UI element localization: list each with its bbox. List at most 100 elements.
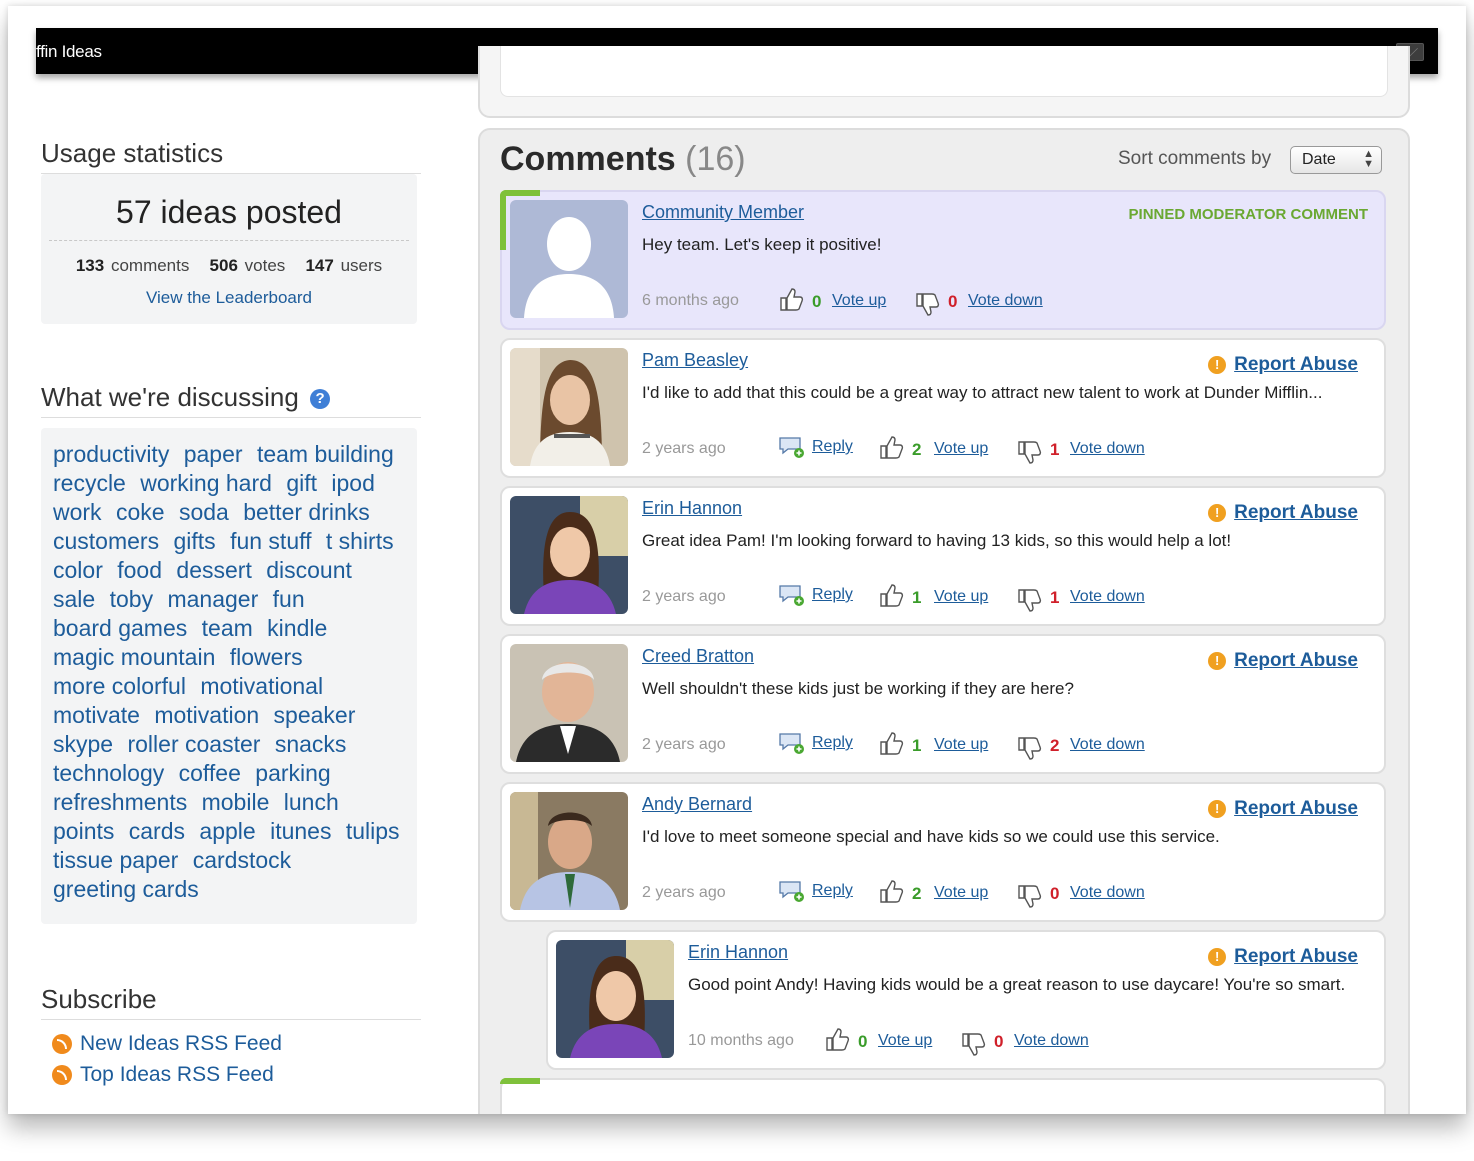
tag-link[interactable]: technology [53, 760, 164, 786]
vote-up-link[interactable]: Vote up [934, 588, 988, 606]
reply-link[interactable]: Reply [812, 586, 853, 604]
tag-link[interactable]: color [53, 557, 103, 583]
comment-author-link[interactable]: Andy Bernard [642, 794, 752, 815]
reply-link[interactable]: Reply [812, 438, 853, 456]
tag-link[interactable]: team building [257, 441, 394, 467]
tag-link[interactable]: tissue paper [53, 847, 178, 873]
report-abuse-link[interactable]: ! Report Abuse [1208, 946, 1358, 968]
tag-link[interactable]: speaker [274, 702, 356, 728]
tag-link[interactable]: sale [53, 586, 95, 612]
tag-link[interactable]: discount [266, 557, 352, 583]
tag-link[interactable]: paper [184, 441, 243, 467]
tag-link[interactable]: coffee [179, 760, 241, 786]
tag-link[interactable]: fun [273, 586, 305, 612]
tag-link[interactable]: snacks [275, 731, 347, 757]
report-abuse-link[interactable]: ! Report Abuse [1208, 354, 1358, 376]
tag-link[interactable]: team [202, 615, 253, 641]
tag-link[interactable]: coke [116, 499, 165, 525]
tag-link[interactable]: refreshments [53, 789, 187, 815]
tag-link[interactable]: board games [53, 615, 187, 641]
sort-select[interactable]: Date ▲ ▼ [1290, 146, 1382, 174]
avatar[interactable] [510, 644, 628, 762]
tag-link[interactable]: better drinks [243, 499, 370, 525]
tag-link[interactable]: kindle [267, 615, 327, 641]
tag-link[interactable]: tulips [346, 818, 400, 844]
comment-author-link[interactable]: Erin Hannon [642, 498, 742, 519]
thumbs-down-icon[interactable] [1016, 588, 1042, 614]
thumbs-down-icon[interactable] [914, 292, 940, 318]
tag-link[interactable]: greeting cards [53, 876, 199, 902]
tag-link[interactable]: motivate [53, 702, 140, 728]
vote-up-link[interactable]: Vote up [934, 884, 988, 902]
vote-down-link[interactable]: Vote down [1070, 884, 1145, 902]
thumbs-down-icon[interactable] [1016, 440, 1042, 466]
vote-up-link[interactable]: Vote up [878, 1032, 932, 1050]
vote-down-link[interactable]: Vote down [968, 292, 1043, 310]
thumbs-up-icon[interactable] [824, 1026, 850, 1052]
tag-link[interactable]: more colorful [53, 673, 186, 699]
tag-link[interactable]: productivity [53, 441, 169, 467]
avatar[interactable] [556, 940, 674, 1058]
tag-link[interactable]: t shirts [326, 528, 394, 554]
comment-author-link[interactable]: Erin Hannon [688, 942, 788, 963]
report-abuse-link[interactable]: ! Report Abuse [1208, 650, 1358, 672]
reply-icon[interactable] [778, 582, 806, 608]
rss-feed-new-ideas[interactable]: New Ideas RSS Feed [52, 1032, 282, 1056]
thumbs-down-icon[interactable] [1016, 884, 1042, 910]
thumbs-up-icon[interactable] [778, 286, 804, 312]
avatar[interactable] [510, 348, 628, 466]
tag-link[interactable]: ipod [331, 470, 374, 496]
tag-link[interactable]: cards [129, 818, 185, 844]
vote-down-link[interactable]: Vote down [1070, 588, 1145, 606]
avatar[interactable] [510, 496, 628, 614]
tag-link[interactable]: parking [255, 760, 330, 786]
thumbs-up-icon[interactable] [878, 434, 904, 460]
tag-link[interactable]: mobile [202, 789, 270, 815]
tag-link[interactable]: motivational [200, 673, 323, 699]
comment-author-link[interactable]: Creed Bratton [642, 646, 754, 667]
vote-down-link[interactable]: Vote down [1014, 1032, 1089, 1050]
tag-link[interactable]: gift [286, 470, 317, 496]
leaderboard-link[interactable]: View the Leaderboard [41, 288, 417, 308]
avatar[interactable] [510, 200, 628, 318]
reply-icon[interactable] [778, 730, 806, 756]
tag-link[interactable]: dessert [176, 557, 251, 583]
tag-link[interactable]: working hard [140, 470, 272, 496]
tag-link[interactable]: motivation [154, 702, 259, 728]
vote-down-link[interactable]: Vote down [1070, 440, 1145, 458]
tag-link[interactable]: roller coaster [127, 731, 260, 757]
rss-feed-top-ideas[interactable]: Top Ideas RSS Feed [52, 1063, 274, 1087]
vote-up-link[interactable]: Vote up [934, 736, 988, 754]
reply-link[interactable]: Reply [812, 882, 853, 900]
tag-link[interactable]: points [53, 818, 114, 844]
report-abuse-link[interactable]: ! Report Abuse [1208, 502, 1358, 524]
thumbs-down-icon[interactable] [1016, 736, 1042, 762]
comment-author-link[interactable]: Pam Beasley [642, 350, 748, 371]
tag-link[interactable]: recycle [53, 470, 126, 496]
thumbs-up-icon[interactable] [878, 878, 904, 904]
tag-link[interactable]: work [53, 499, 102, 525]
tag-link[interactable]: cardstock [193, 847, 291, 873]
tag-link[interactable]: customers [53, 528, 159, 554]
tag-link[interactable]: gifts [173, 528, 215, 554]
tag-link[interactable]: manager [167, 586, 258, 612]
tag-link[interactable]: soda [179, 499, 229, 525]
vote-up-link[interactable]: Vote up [832, 292, 886, 310]
tag-link[interactable]: magic mountain [53, 644, 215, 670]
tag-link[interactable]: skype [53, 731, 113, 757]
vote-up-link[interactable]: Vote up [934, 440, 988, 458]
reply-link[interactable]: Reply [812, 734, 853, 752]
tag-link[interactable]: food [117, 557, 162, 583]
comment-author-link[interactable]: Community Member [642, 202, 804, 223]
vote-down-link[interactable]: Vote down [1070, 736, 1145, 754]
reply-icon[interactable] [778, 434, 806, 460]
help-icon[interactable]: ? [310, 389, 331, 410]
tag-link[interactable]: apple [199, 818, 255, 844]
thumbs-up-icon[interactable] [878, 730, 904, 756]
thumbs-up-icon[interactable] [878, 582, 904, 608]
tag-link[interactable]: flowers [230, 644, 303, 670]
reply-icon[interactable] [778, 878, 806, 904]
tag-link[interactable]: itunes [270, 818, 331, 844]
tag-link[interactable]: lunch [284, 789, 339, 815]
tag-link[interactable]: toby [110, 586, 153, 612]
